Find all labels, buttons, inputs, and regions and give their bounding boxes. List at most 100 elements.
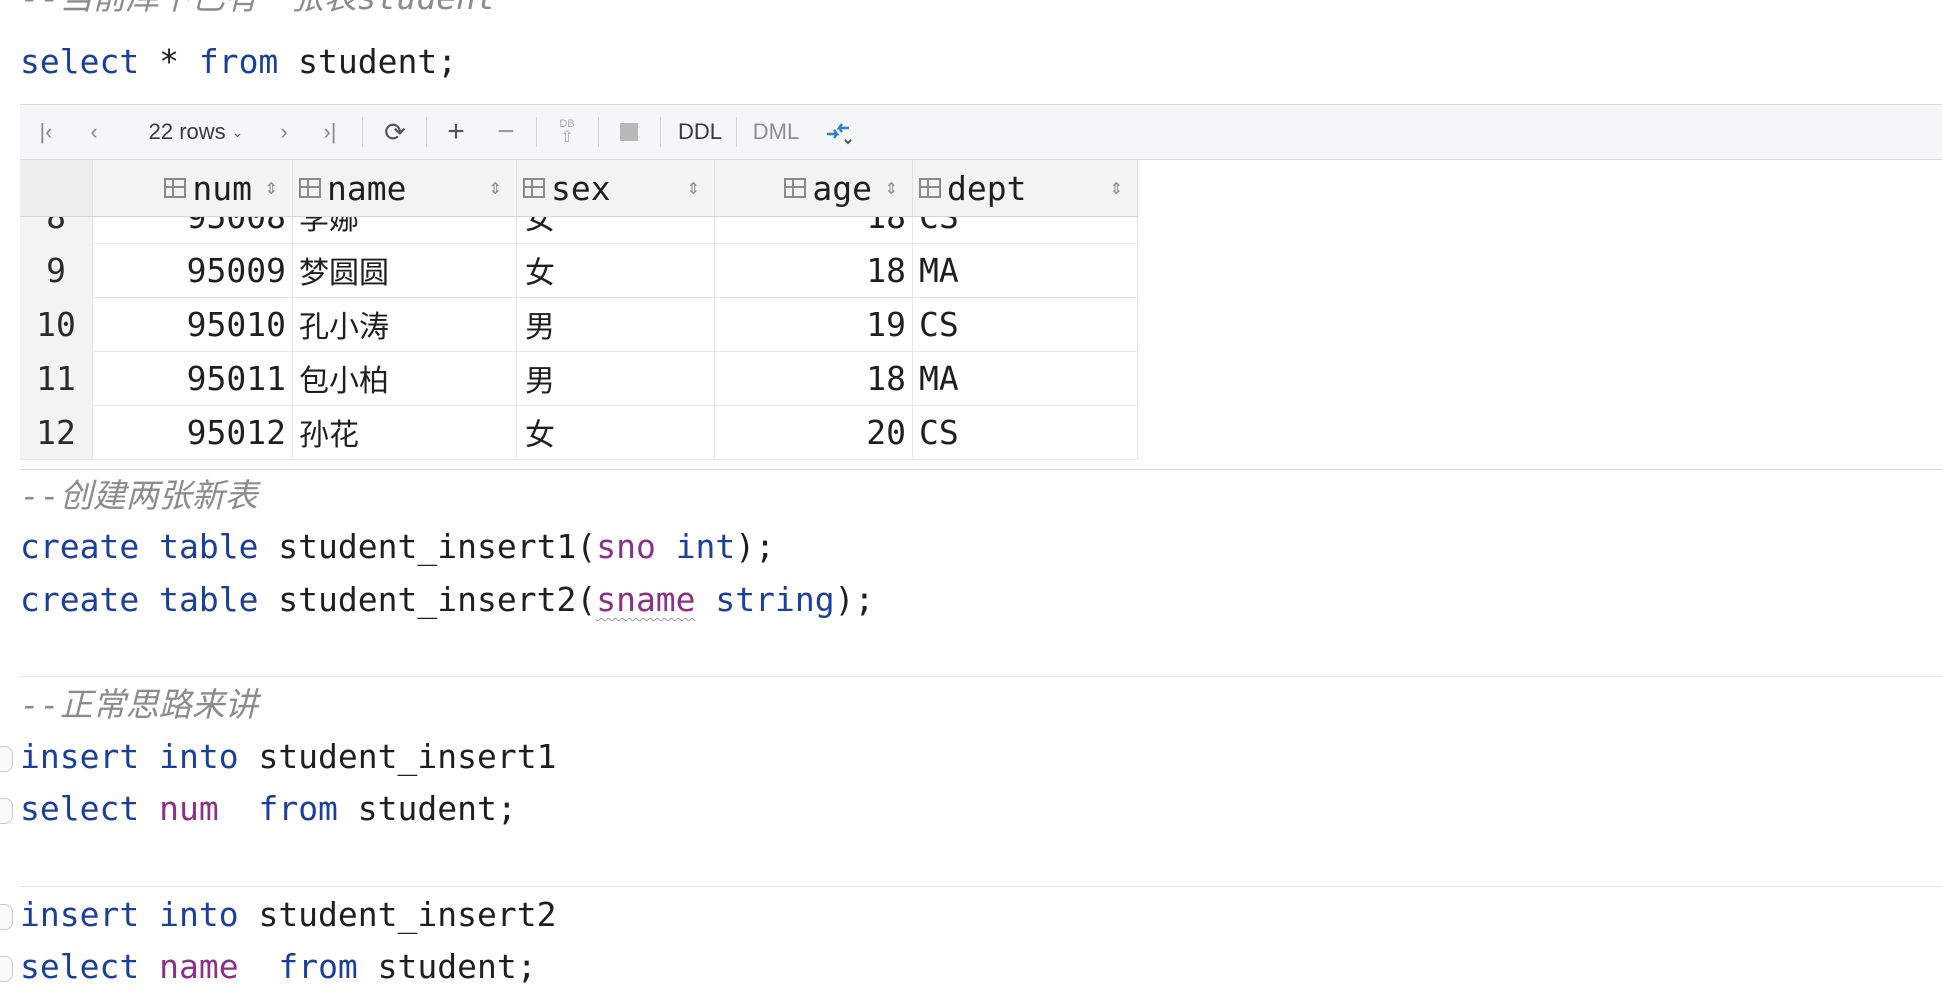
first-page-icon[interactable]: |‹ [28,105,64,159]
column-header-name[interactable]: name ⇕ [293,160,517,216]
kw-select: select [20,947,140,986]
column-header-label: name [327,168,407,208]
dml-button[interactable]: DML [744,105,808,159]
ddl-button[interactable]: DDL [668,105,732,159]
cell-name[interactable]: 李娜 [293,217,517,243]
cell-age[interactable]: 18 [715,243,913,297]
sort-icon[interactable]: ⇕ [885,179,898,198]
column-header-sex[interactable]: sex ⇕ [517,160,715,216]
cell-age[interactable]: 18 [715,351,913,405]
column-header-dept[interactable]: dept ⇕ [913,160,1138,216]
compare-icon[interactable] [818,105,858,159]
add-row-icon[interactable]: + [434,105,478,159]
cell-num[interactable]: 95009 [93,243,293,297]
kw-table: table [159,580,259,619]
table-name-token: student_insert2( [258,580,597,619]
code-line-select-num[interactable]: select num from student; [20,789,517,829]
kw-insert: insert [20,895,140,934]
table-column-icon [523,178,545,198]
cell-sex[interactable]: 女 [517,217,715,243]
code-line-insert2[interactable]: insert into student_insert2 [20,895,556,935]
column-header-num[interactable]: num ⇕ [93,160,293,216]
row-index-header [20,160,93,216]
column-header-label: age [812,168,872,208]
kw-select: select [20,42,140,81]
next-page-icon[interactable]: › [266,105,302,159]
db-submit-icon[interactable]: DB ⇧ [544,105,590,159]
table-token: student; [337,789,517,828]
sort-icon[interactable]: ⇕ [265,179,278,198]
statement-separator [20,886,1942,887]
rows-dropdown[interactable]: 22 rows ⌄ [126,105,266,159]
cell-dept[interactable]: MA [913,243,1138,297]
cell-sex[interactable]: 女 [517,405,715,459]
arrow-up-icon: ⇧ [560,129,574,146]
table-row[interactable]: 11 95011 包小柏 男 18 MA [20,351,1138,406]
cell-dept[interactable]: CS [913,297,1138,351]
code-line-insert1[interactable]: insert into student_insert1 [20,737,556,777]
fold-marker-icon[interactable] [0,746,13,772]
cell-name[interactable]: 孔小涛 [293,297,517,351]
cell-age[interactable]: 20 [715,405,913,459]
cell-name[interactable]: 梦圆圆 [293,243,517,297]
cell-age[interactable]: 18 [715,217,913,243]
table-row[interactable]: 12 95012 孙花 女 20 CS [20,405,1138,460]
row-index: 9 [20,243,93,297]
toolbar-divider [736,117,737,147]
table-token: student; [357,947,537,986]
chevron-down-icon: ⌄ [231,123,244,140]
column-token: sname [596,580,696,619]
cell-dept[interactable]: CS [913,217,1138,243]
fold-marker-icon[interactable] [0,904,13,930]
type-token: int [675,527,736,566]
last-page-icon[interactable]: ›| [310,105,350,159]
cell-age[interactable]: 19 [715,297,913,351]
prev-page-icon[interactable]: ‹ [76,105,112,159]
cell-sex[interactable]: 男 [517,351,715,405]
cell-name[interactable]: 包小柏 [293,351,517,405]
code-line-create-insert2[interactable]: create table student_insert2(sname strin… [20,580,874,620]
table-column-icon [784,178,807,198]
kw-insert: insert [20,737,140,776]
stop-icon[interactable] [606,105,652,159]
rows-count-label: 22 rows [148,119,226,144]
cell-sex[interactable]: 男 [517,297,715,351]
table-name-token: student_insert1( [258,527,597,566]
table-row[interactable]: 8 95008 李娜 女 18 CS [20,217,1138,244]
cell-num[interactable]: 95011 [93,351,293,405]
star-token: * [139,42,199,81]
code-line-select-all[interactable]: select * from student; [20,42,457,82]
column-header-label: num [192,168,252,208]
kw-from: from [278,947,358,986]
cell-dept[interactable]: CS [913,405,1138,459]
kw-create: create [20,580,140,619]
code-line-select-name[interactable]: select name from student; [20,947,537,987]
sort-icon[interactable]: ⇕ [687,179,700,198]
cell-num[interactable]: 95012 [93,405,293,459]
fold-marker-icon[interactable] [0,956,13,982]
kw-table: table [159,527,259,566]
cell-num[interactable]: 95008 [93,217,293,243]
code-comment-normal-approach: --正常思路来讲 [20,685,258,724]
table-column-icon [919,178,941,198]
column-header-age[interactable]: age ⇕ [715,160,913,216]
cell-dept[interactable]: MA [913,351,1138,405]
sort-icon[interactable]: ⇕ [1110,179,1123,198]
table-row[interactable]: 10 95010 孔小涛 男 19 CS [20,297,1138,352]
cell-sex[interactable]: 女 [517,243,715,297]
toolbar-divider [362,117,363,147]
ddl-label: DDL [677,119,722,144]
cell-num[interactable]: 95010 [93,297,293,351]
refresh-icon[interactable]: ⟳ [372,105,418,159]
fold-marker-icon[interactable] [0,798,13,824]
code-comment-create-tables: --创建两张新表 [20,476,258,515]
code-line-create-insert1[interactable]: create table student_insert1(sno int); [20,527,775,567]
kw-from: from [198,42,279,81]
table-row[interactable]: 9 95009 梦圆圆 女 18 MA [20,243,1138,298]
result-panel: |‹ ‹ 22 rows ⌄ › ›| ⟳ + − DB ⇧ DDL DML n… [20,104,1942,470]
cell-name[interactable]: 孙花 [293,405,517,459]
table-column-icon [164,178,187,198]
result-toolbar: |‹ ‹ 22 rows ⌄ › ›| ⟳ + − DB ⇧ DDL DML [20,105,1942,160]
sort-icon[interactable]: ⇕ [489,179,502,198]
remove-row-icon[interactable]: − [484,105,528,159]
